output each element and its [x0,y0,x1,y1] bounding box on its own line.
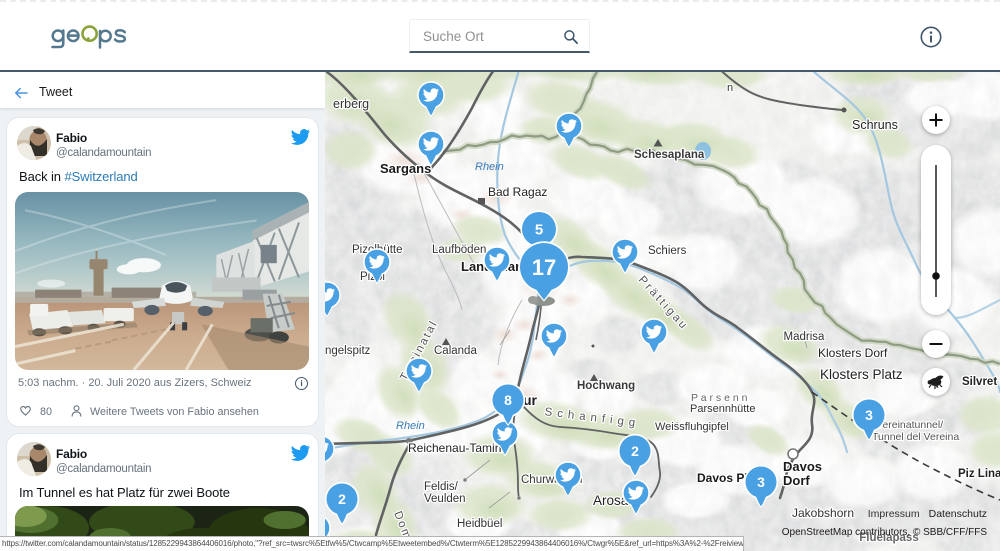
svg-text:Rhein: Rhein [396,420,425,432]
svg-text:Davos Pl: Davos Pl [697,471,748,485]
svg-text:Feldis/: Feldis/ [424,481,459,493]
svg-text:Vereinatunnel/: Vereinatunnel/ [876,419,943,431]
svg-text:Weissfluhgipfel: Weissfluhgipfel [655,421,729,433]
svg-text:Klosters Platz: Klosters Platz [820,367,903,382]
svg-text:8: 8 [504,392,512,408]
svg-text:ngelspitz: ngelspitz [325,345,371,357]
svg-text:Veulden: Veulden [424,493,466,505]
svg-text:Reichenau-Tamins: Reichenau-Tamins [408,441,507,455]
svg-text:5: 5 [535,221,543,238]
svg-text:Piz Linar: Piz Linar [958,468,1000,480]
svg-text:Schruns: Schruns [852,118,898,132]
svg-text:Schiers: Schiers [648,245,687,257]
svg-text:Jakobshorn: Jakobshorn [792,506,854,520]
svg-text:Davos: Davos [783,459,822,474]
svg-text:Dorf: Dorf [783,473,810,488]
svg-text:Silvret: Silvret [962,376,997,388]
svg-text:Laufböden: Laufböden [432,244,486,256]
svg-text:2: 2 [631,443,639,459]
svg-text:2: 2 [338,491,346,507]
svg-text:Sargans: Sargans [380,161,431,176]
svg-text:Heidbüel: Heidbüel [457,518,502,530]
svg-text:Calanda: Calanda [434,345,477,357]
svg-text:3: 3 [865,407,873,423]
svg-text:Hochwang: Hochwang [577,380,635,392]
svg-text:Klosters Dorf: Klosters Dorf [818,346,888,360]
svg-text:3: 3 [757,474,765,490]
svg-text:n: n [727,82,733,94]
svg-text:Bad Ragaz: Bad Ragaz [488,185,547,199]
svg-text:Rhein: Rhein [475,161,504,173]
svg-text:Tunnel del Vereina: Tunnel del Vereina [872,431,959,443]
svg-text:Parsennhütte: Parsennhütte [690,403,755,415]
svg-text:Schesaplana: Schesaplana [634,149,705,161]
svg-text:erberg: erberg [333,97,369,111]
svg-text:Madrisa: Madrisa [784,331,826,343]
svg-text:17: 17 [532,255,556,280]
